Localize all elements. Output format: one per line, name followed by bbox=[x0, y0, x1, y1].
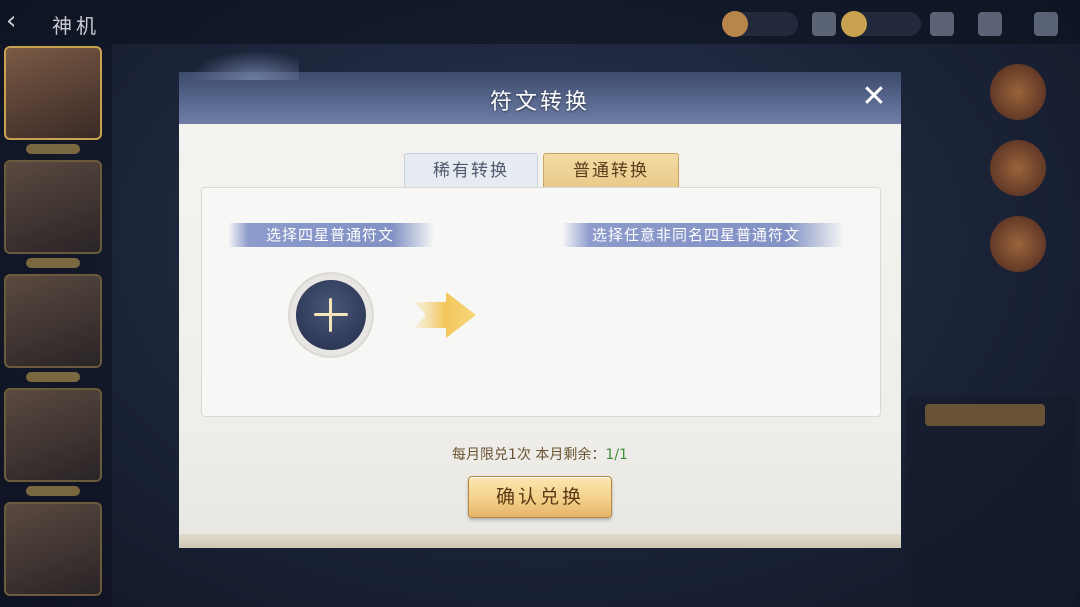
arrow-right-icon bbox=[414, 292, 476, 338]
resource-counter bbox=[722, 11, 798, 37]
select-source-label: 选择四星普通符文 bbox=[228, 223, 434, 247]
hero-card[interactable] bbox=[4, 502, 102, 596]
star-rating bbox=[26, 258, 80, 268]
star-rating bbox=[26, 144, 80, 154]
rune-convert-dialog: 符文转换 ✕ 稀有转换 普通转换 选择四星普通符文 选择任意非同名四星普通符文 bbox=[179, 50, 901, 548]
rune-slot-icon[interactable] bbox=[990, 140, 1046, 196]
star-rating bbox=[26, 372, 80, 382]
hero-card[interactable] bbox=[4, 160, 102, 268]
background-panel bbox=[905, 396, 1075, 607]
hero-card[interactable] bbox=[4, 274, 102, 382]
mail-icon[interactable] bbox=[978, 12, 1002, 36]
rune-slot-icon[interactable] bbox=[990, 216, 1046, 272]
hero-card[interactable] bbox=[4, 388, 102, 496]
close-icon[interactable]: ✕ bbox=[859, 82, 889, 112]
monthly-limit-text: 每月限兑1次 本月剩余：1/1 bbox=[179, 444, 901, 464]
dialog-title: 符文转换 bbox=[489, 90, 590, 115]
gem-icon bbox=[841, 11, 867, 37]
background-panel-header bbox=[925, 404, 1045, 426]
hero-sidebar bbox=[0, 44, 112, 607]
top-bar: ‹ 神机 bbox=[0, 0, 1080, 44]
add-icon[interactable] bbox=[812, 12, 836, 36]
rune-select-slot bbox=[290, 274, 372, 356]
rune-slot-icon[interactable] bbox=[990, 64, 1046, 120]
menu-icon[interactable] bbox=[1034, 12, 1058, 36]
dialog-header: 符文转换 ✕ bbox=[179, 50, 901, 124]
limit-label: 每月限兑1次 本月剩余： bbox=[452, 447, 606, 463]
tab-normal-convert[interactable]: 普通转换 bbox=[543, 153, 679, 188]
coin-icon bbox=[722, 11, 748, 37]
add-icon[interactable] bbox=[930, 12, 954, 36]
resource-counter bbox=[841, 11, 921, 37]
hero-card[interactable] bbox=[4, 46, 102, 154]
tab-rare-convert[interactable]: 稀有转换 bbox=[404, 153, 538, 188]
confirm-exchange-button[interactable]: 确认兑换 bbox=[468, 476, 612, 518]
select-target-label: 选择任意非同名四星普通符文 bbox=[562, 223, 844, 247]
remaining-count: 1/1 bbox=[605, 447, 628, 463]
top-title: 神机 bbox=[52, 14, 100, 38]
star-rating bbox=[26, 486, 80, 496]
back-arrow-icon[interactable]: ‹ bbox=[6, 8, 36, 36]
plus-icon bbox=[329, 298, 332, 332]
add-rune-button[interactable] bbox=[296, 280, 366, 350]
convert-panel: 选择四星普通符文 选择任意非同名四星普通符文 bbox=[201, 187, 881, 417]
